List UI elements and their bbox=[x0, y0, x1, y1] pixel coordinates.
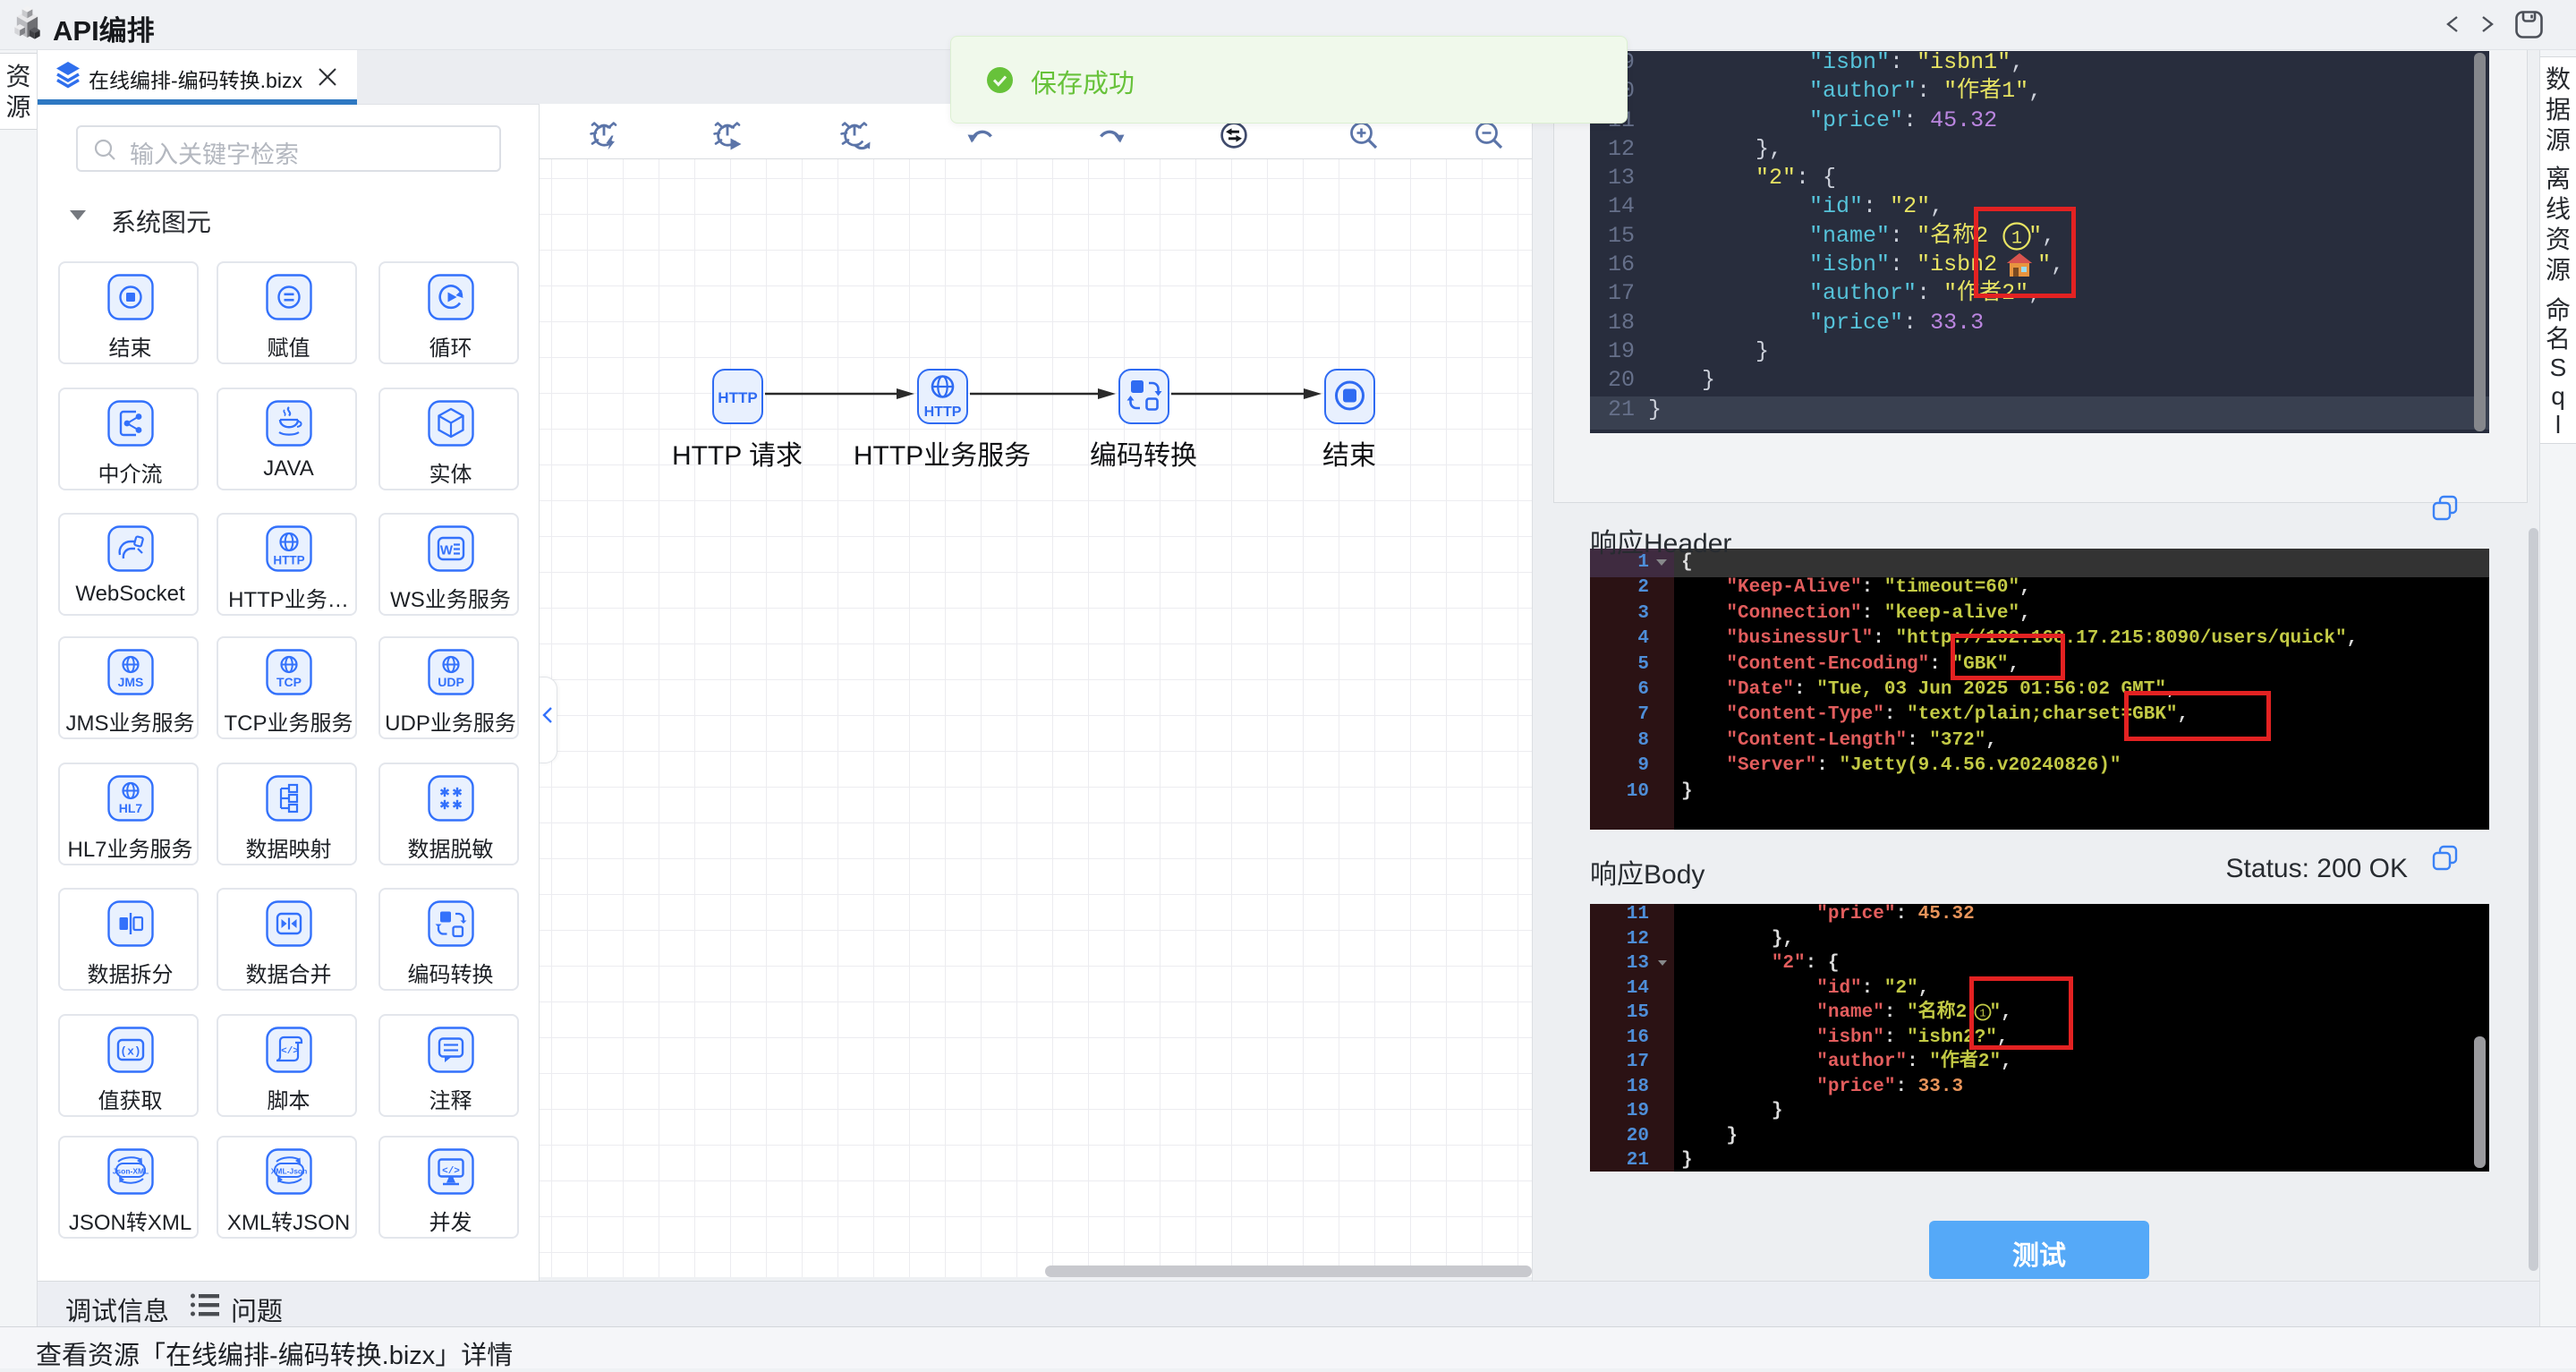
svg-text:Json-XML: Json-XML bbox=[112, 1167, 149, 1176]
svg-text:1: 1 bbox=[1979, 1008, 1985, 1020]
svg-text:1: 1 bbox=[2011, 229, 2022, 250]
svg-text:JMS: JMS bbox=[117, 675, 143, 689]
svg-text:UDP: UDP bbox=[438, 675, 464, 689]
svg-text:</>: </> bbox=[442, 1166, 460, 1177]
svg-text:HTTP: HTTP bbox=[718, 389, 757, 406]
svg-text:TCP: TCP bbox=[276, 675, 302, 689]
svg-text:XML-Json: XML-Json bbox=[270, 1167, 307, 1176]
svg-text:HL7: HL7 bbox=[118, 801, 142, 815]
svg-text:</>: </> bbox=[281, 1046, 299, 1057]
svg-text:W: W bbox=[439, 543, 453, 558]
svg-text:(x): (x) bbox=[120, 1045, 140, 1059]
svg-text:HTTP: HTTP bbox=[923, 405, 961, 420]
svg-text:HTTP: HTTP bbox=[273, 554, 304, 567]
